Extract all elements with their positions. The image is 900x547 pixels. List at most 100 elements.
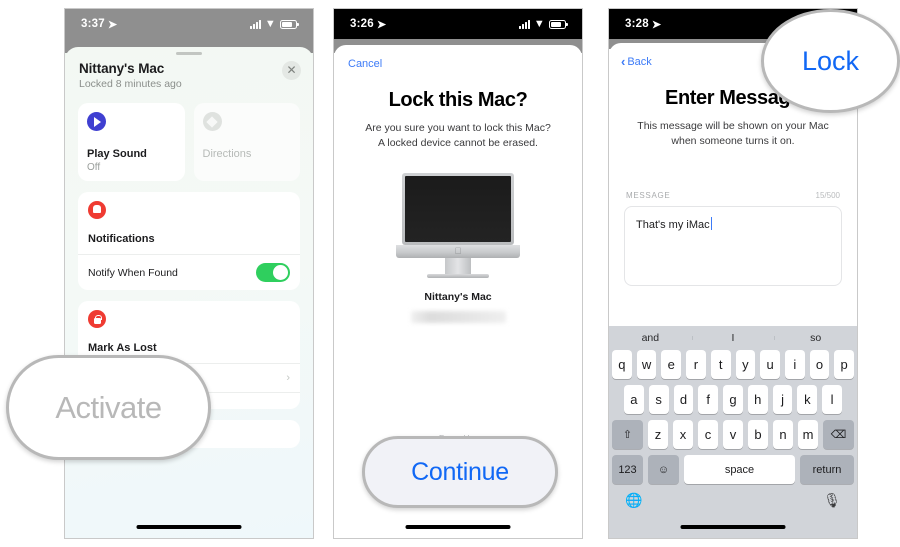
imac-stand-neck <box>445 258 471 275</box>
imac-stand-foot <box>427 274 489 279</box>
key-r[interactable]: r <box>686 350 706 379</box>
play-circle-icon <box>87 112 106 131</box>
notify-when-found-toggle[interactable] <box>256 263 290 282</box>
key-b[interactable]: b <box>748 420 768 449</box>
cancel-button[interactable]: Cancel <box>334 45 582 70</box>
key-c[interactable]: c <box>698 420 718 449</box>
notifications-header: Notifications <box>78 192 300 254</box>
globe-icon[interactable]: 🌐 <box>625 492 642 509</box>
battery-icon <box>549 19 568 29</box>
battery-icon <box>280 19 299 29</box>
device-name: Nittany's Mac <box>424 291 492 304</box>
keyboard-row-4: 123 ☺ space return <box>609 455 857 484</box>
cellular-signal-icon <box>518 19 530 29</box>
key-q[interactable]: q <box>611 350 632 379</box>
keyboard-row-2: a s d f g h j k l <box>609 385 857 414</box>
key-j[interactable]: j <box>772 385 793 414</box>
directions-label: Directions <box>202 148 252 160</box>
message-input[interactable]: That's my iMac <box>624 206 842 287</box>
key-w[interactable]: w <box>636 350 657 379</box>
home-indicator[interactable] <box>680 525 786 529</box>
key-f[interactable]: f <box>698 385 719 414</box>
callout-continue[interactable]: Continue <box>362 436 558 508</box>
page-title: Lock this Mac? <box>388 89 528 111</box>
wifi-icon: ▼ <box>264 17 276 30</box>
chevron-left-icon: ‹ <box>621 54 626 69</box>
status-time-group: 3:26 ➤ <box>350 18 386 31</box>
home-indicator[interactable] <box>136 525 242 529</box>
bell-badge-icon <box>88 201 106 219</box>
imac-display <box>402 173 514 246</box>
description-line-2: A locked device cannot be erased. <box>378 137 538 150</box>
message-field-label: MESSAGE <box>626 191 671 201</box>
predictive-bar: and I so <box>609 326 857 350</box>
close-icon[interactable]: ✕ <box>282 61 301 80</box>
device-detail-redacted <box>410 311 506 324</box>
notifications-block: Notifications Notify When Found <box>78 192 300 290</box>
wifi-icon: ▼ <box>533 17 545 30</box>
key-t[interactable]: t <box>710 350 731 379</box>
message-field-header: MESSAGE 15/500 <box>609 191 857 200</box>
chevron-right-icon: › <box>286 372 290 384</box>
location-arrow-icon: ➤ <box>376 18 387 31</box>
space-key[interactable]: space <box>684 455 795 484</box>
key-z[interactable]: z <box>648 420 668 449</box>
mark-as-lost-title: Mark As Lost <box>88 342 157 354</box>
key-i[interactable]: i <box>784 350 805 379</box>
status-time-group: 3:37 ➤ <box>81 18 117 31</box>
keyboard-row-3: ⇧ z x c v b n m ⌫ <box>609 420 857 449</box>
status-indicators: ▼ <box>518 17 568 30</box>
shift-icon[interactable]: ⇧ <box>612 420 643 449</box>
modal-description: Are you sure you want to lock this Mac? … <box>334 121 582 151</box>
key-m[interactable]: m <box>798 420 818 449</box>
key-v[interactable]: v <box>723 420 743 449</box>
key-s[interactable]: s <box>648 385 669 414</box>
cellular-signal-icon <box>249 19 261 29</box>
backspace-icon[interactable]: ⌫ <box>823 420 854 449</box>
callout-activate[interactable]: Activate <box>6 355 211 460</box>
key-k[interactable]: k <box>797 385 818 414</box>
play-sound-card[interactable]: Play Sound Off <box>78 103 185 181</box>
notify-when-found-row[interactable]: Notify When Found <box>78 254 300 290</box>
key-d[interactable]: d <box>673 385 694 414</box>
enter-message-modal: ‹ Back Enter Message This message will b… <box>609 43 857 538</box>
notifications-title: Notifications <box>88 233 155 245</box>
numbers-key[interactable]: 123 <box>612 455 643 484</box>
imac-illustration:  Nittany's Mac <box>334 173 582 324</box>
key-e[interactable]: e <box>661 350 682 379</box>
key-a[interactable]: a <box>623 385 644 414</box>
message-input-value: That's my iMac <box>636 219 710 232</box>
status-time: 3:26 <box>350 18 374 30</box>
device-status: Locked 8 minutes ago <box>79 78 182 90</box>
sheet-header: Nittany's Mac Locked 8 minutes ago ✕ <box>65 55 313 90</box>
home-indicator[interactable] <box>405 525 511 529</box>
key-n[interactable]: n <box>773 420 793 449</box>
play-sound-state: Off <box>87 162 101 173</box>
key-x[interactable]: x <box>673 420 693 449</box>
key-u[interactable]: u <box>760 350 780 379</box>
apple-logo-icon:  <box>455 247 462 256</box>
modal-description: This message will be shown on your Mac w… <box>609 119 857 149</box>
prediction-2[interactable]: so <box>774 332 857 344</box>
callout-lock[interactable]: Lock <box>761 9 900 113</box>
onscreen-keyboard: and I so q w e r t y u i o p a s d f g h… <box>609 326 857 538</box>
key-h[interactable]: h <box>747 385 768 414</box>
key-p[interactable]: p <box>834 350 855 379</box>
key-o[interactable]: o <box>809 350 830 379</box>
status-time: 3:28 <box>625 18 649 30</box>
prediction-1[interactable]: I <box>691 332 775 344</box>
keyboard-bottom-row: 🌐 🎙 <box>609 490 857 509</box>
emoji-icon[interactable]: ☺ <box>648 455 679 484</box>
key-l[interactable]: l <box>822 385 843 414</box>
microphone-icon[interactable]: 🎙 <box>823 492 841 509</box>
key-g[interactable]: g <box>723 385 743 414</box>
mark-as-lost-header: Mark As Lost <box>78 301 300 363</box>
device-detail-sheet: Nittany's Mac Locked 8 minutes ago ✕ Pla… <box>65 47 313 538</box>
status-bar: 3:37 ➤ ▼ <box>65 9 313 39</box>
location-arrow-icon: ➤ <box>651 18 662 31</box>
return-key[interactable]: return <box>800 455 854 484</box>
device-name: Nittany's Mac <box>79 61 165 76</box>
directions-card[interactable]: Directions <box>193 103 300 181</box>
key-y[interactable]: y <box>735 350 756 379</box>
prediction-0[interactable]: and <box>609 332 692 344</box>
